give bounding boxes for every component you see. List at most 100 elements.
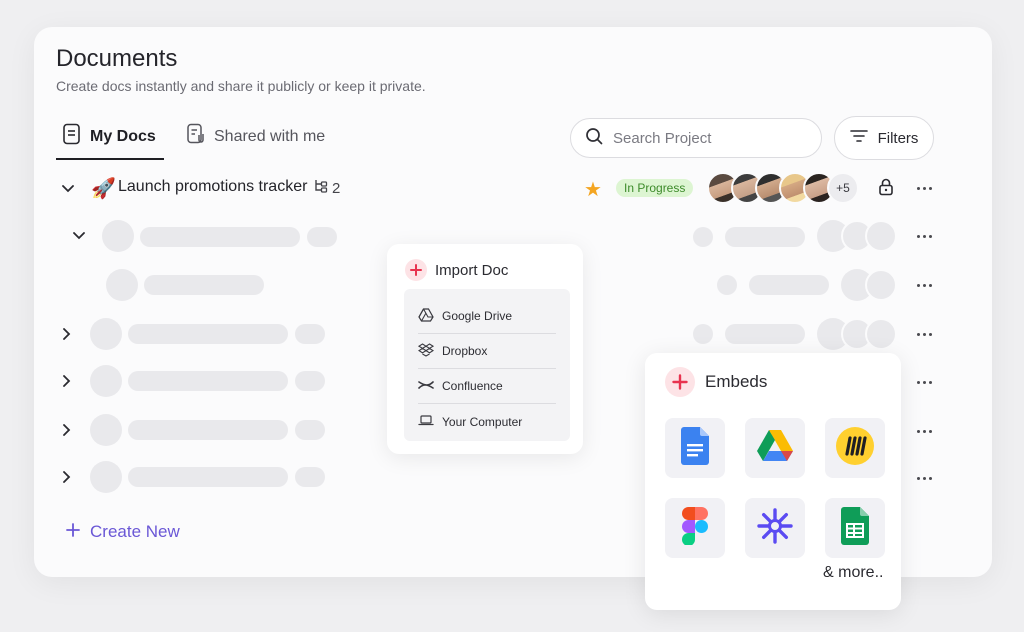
search-bar[interactable]	[570, 118, 822, 158]
google-drive-icon	[757, 429, 793, 467]
page-title: Documents	[56, 45, 178, 72]
import-your-computer[interactable]: Your Computer	[418, 404, 556, 439]
filter-icon	[849, 129, 868, 147]
active-tab-indicator	[56, 158, 164, 160]
tab-label: Shared with me	[214, 127, 326, 145]
figma-icon	[682, 506, 708, 550]
skeleton-status	[725, 227, 805, 247]
asterisk-app-icon	[756, 507, 794, 550]
plus-icon	[66, 522, 80, 542]
import-item-label: Your Computer	[442, 414, 523, 429]
skeleton-avatar	[90, 461, 122, 493]
project-title[interactable]: Launch promotions tracker	[118, 178, 307, 196]
lock-icon[interactable]	[878, 178, 894, 201]
import-google-drive[interactable]: Google Drive	[418, 299, 556, 334]
skeleton-avatar	[865, 269, 897, 301]
embeds-title: Embeds	[705, 372, 768, 391]
import-item-label: Google Drive	[442, 309, 513, 323]
import-doc-title: Import Doc	[435, 261, 509, 279]
import-item-label: Confluence	[442, 379, 503, 393]
star-icon[interactable]: ★	[584, 177, 602, 202]
skeleton-title	[128, 420, 288, 440]
embed-miro[interactable]	[825, 418, 885, 478]
status-badge: In Progress	[616, 179, 694, 197]
chevron-right-icon[interactable]	[59, 326, 75, 342]
skeleton-dot	[693, 227, 713, 247]
embed-asterisk-app[interactable]	[745, 498, 805, 558]
embed-google-docs[interactable]	[665, 418, 725, 478]
skeleton-badge	[307, 227, 337, 247]
import-source-list: Google Drive Dropbox Confluence Your Com…	[404, 289, 570, 441]
plus-icon	[405, 259, 427, 281]
google-sheets-icon	[841, 506, 869, 550]
subtask-count-value: 2	[332, 179, 341, 197]
skeleton-avatar	[90, 365, 122, 397]
member-avatars[interactable]: +5	[707, 172, 859, 204]
confluence-icon	[418, 378, 434, 395]
chevron-down-icon[interactable]	[71, 228, 87, 244]
create-new-button[interactable]: Create New	[66, 522, 180, 542]
page-subtitle: Create docs instantly and share it publi…	[56, 78, 426, 94]
skeleton-badge	[295, 371, 325, 391]
more-options-icon[interactable]	[914, 374, 934, 390]
more-members-badge[interactable]: +5	[827, 172, 859, 204]
import-dropbox[interactable]: Dropbox	[417, 334, 556, 369]
skeleton-badge	[295, 324, 325, 344]
skeleton-avatar	[102, 220, 134, 252]
embed-google-drive[interactable]	[745, 418, 805, 478]
search-input[interactable]	[613, 129, 803, 147]
skeleton-title	[144, 275, 264, 295]
tab-label: My Docs	[90, 127, 156, 145]
skeleton-avatar	[865, 318, 897, 350]
embeds-more-label[interactable]: & more..	[823, 564, 883, 582]
google-drive-icon	[418, 307, 434, 325]
shared-document-icon	[186, 123, 206, 150]
chevron-down-icon[interactable]	[60, 181, 76, 197]
skeleton-badge	[295, 420, 325, 440]
skeleton-badge	[295, 467, 325, 487]
more-options-icon[interactable]	[914, 423, 934, 439]
skeleton-avatar	[90, 318, 122, 350]
skeleton-dot	[717, 275, 737, 295]
skeleton-dot	[693, 324, 713, 344]
import-doc-popup: Import Doc Google Drive Dropbox Confluen…	[387, 244, 583, 454]
tab-shared-with-me[interactable]: Shared with me	[186, 123, 325, 150]
more-options-icon[interactable]	[914, 180, 934, 196]
chevron-right-icon[interactable]	[59, 373, 75, 389]
skeleton-avatar	[106, 269, 138, 301]
import-confluence[interactable]: Confluence	[418, 369, 556, 404]
filters-label: Filters	[877, 129, 919, 147]
skeleton-title	[128, 467, 288, 487]
chevron-right-icon[interactable]	[59, 469, 75, 485]
document-icon	[62, 123, 82, 150]
import-item-label: Dropbox	[442, 344, 488, 358]
more-options-icon[interactable]	[914, 326, 934, 342]
subtask-count: 2	[314, 179, 340, 197]
plus-icon	[665, 367, 695, 397]
subtasks-icon	[314, 179, 328, 197]
embeds-header[interactable]: Embeds	[665, 367, 767, 397]
more-options-icon[interactable]	[914, 277, 934, 293]
import-doc-header[interactable]: Import Doc	[405, 259, 508, 281]
skeleton-title	[128, 371, 288, 391]
laptop-icon	[418, 413, 434, 430]
filters-button[interactable]: Filters	[834, 116, 934, 160]
skeleton-avatar	[865, 220, 897, 252]
create-new-label: Create New	[90, 522, 180, 541]
embed-google-sheets[interactable]	[825, 498, 885, 558]
skeleton-title	[128, 324, 288, 344]
embed-figma[interactable]	[665, 498, 725, 558]
miro-icon	[836, 426, 874, 470]
project-emoji: 🚀	[91, 178, 116, 200]
skeleton-title	[140, 227, 300, 247]
skeleton-status	[725, 324, 805, 344]
tab-my-docs[interactable]: My Docs	[62, 123, 156, 150]
more-options-icon[interactable]	[914, 470, 934, 486]
skeleton-status	[749, 275, 829, 295]
more-options-icon[interactable]	[914, 228, 934, 244]
search-icon	[585, 127, 603, 150]
embeds-popup: Embeds & more..	[645, 353, 901, 610]
google-docs-icon	[681, 426, 709, 470]
chevron-right-icon[interactable]	[59, 422, 75, 438]
skeleton-avatar	[90, 414, 122, 446]
